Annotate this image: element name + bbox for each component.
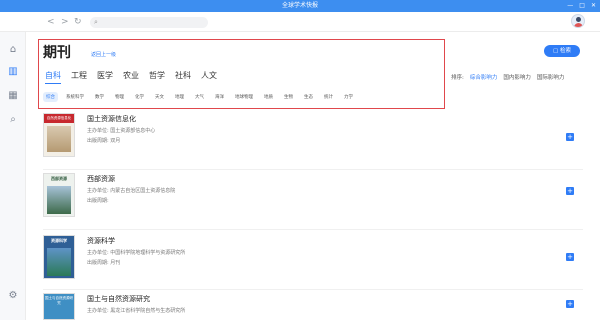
search-button-label: 检索: [559, 48, 571, 54]
tab-category[interactable]: 农业: [123, 70, 139, 81]
subcategory-chips: 综合 系统科学 数学 物理 化学 天文 地理 大气 海洋 地球物理 地质 生物 …: [43, 92, 361, 102]
cover-title: 国土与自然资源研究: [45, 296, 73, 305]
journal-cover[interactable]: 西部资源: [43, 173, 75, 217]
page-title: 期刊: [43, 45, 71, 61]
journal-title[interactable]: 西部资源: [87, 174, 115, 184]
avatar-head-icon: [576, 17, 581, 22]
subcategory-chip[interactable]: 大气: [192, 92, 207, 102]
cover-title: 西部资源: [51, 176, 67, 181]
category-tabs: 自科 工程 医学 农业 哲学 社科 人文: [45, 70, 217, 84]
subcategory-chip[interactable]: 地球物理: [232, 92, 256, 102]
journal-cover[interactable]: 国土与自然资源研究: [43, 293, 75, 320]
add-journal-button[interactable]: +: [566, 133, 574, 141]
subcategory-chip[interactable]: 系统科学: [63, 92, 87, 102]
window-controls: — □ ✕: [567, 0, 596, 12]
subcategory-chip[interactable]: 统计: [321, 92, 336, 102]
sort-option[interactable]: 国际影响力: [537, 73, 565, 81]
journal-sponsor: 主办单位: 内蒙古自治区国土资源信息院: [87, 188, 176, 194]
journal-item[interactable]: 国土与自然资源研究 国土与自然资源研究 主办单位: 黑龙江省科学院自然与生态研究…: [43, 293, 583, 320]
cover-image: [47, 186, 71, 214]
sort-label: 排序:: [451, 75, 464, 81]
subcategory-chip[interactable]: 地质: [261, 92, 276, 102]
back-link[interactable]: 返回上一级: [91, 51, 116, 58]
subcategory-chip[interactable]: 物理: [112, 92, 127, 102]
sort-options: 排序: 综合影响力 国内影响力 国际影响力: [451, 73, 564, 81]
sort-option[interactable]: 综合影响力: [470, 73, 498, 81]
refresh-icon[interactable]: ↻: [74, 16, 82, 28]
subcategory-chip[interactable]: 综合: [43, 92, 58, 102]
journal-item[interactable]: 资源科学 资源科学 主办单位: 中国科学院地理科学与资源研究所 出版周期: 月刊…: [43, 235, 583, 285]
subcategory-chip[interactable]: 生态: [301, 92, 316, 102]
cover-image: [47, 126, 71, 152]
tab-category[interactable]: 自科: [45, 70, 61, 84]
tab-category[interactable]: 工程: [71, 70, 87, 81]
subcategory-chip[interactable]: 地理: [172, 92, 187, 102]
library-icon[interactable]: ▦: [7, 90, 19, 102]
window-title: 全球学术快报: [281, 2, 318, 9]
search-input[interactable]: ⌕: [90, 17, 208, 28]
subcategory-chip[interactable]: 力学: [341, 92, 356, 102]
cover-title: 自然资源信息化: [44, 114, 74, 123]
journal-title[interactable]: 国土与自然资源研究: [87, 294, 150, 304]
user-avatar[interactable]: [571, 14, 585, 28]
journal-item[interactable]: 自然资源信息化 国土资源信息化 主办单位: 国土资源部信息中心 出版周期: 双月…: [43, 113, 583, 163]
search-icon[interactable]: ⌕: [7, 114, 19, 126]
journal-cycle: 出版周期:: [87, 198, 109, 204]
cover-image: [47, 248, 71, 276]
tab-category[interactable]: 人文: [201, 70, 217, 81]
sort-option[interactable]: 国内影响力: [503, 73, 531, 81]
window-titlebar: 全球学术快报 — □ ✕: [0, 0, 600, 12]
tab-category[interactable]: 哲学: [149, 70, 165, 81]
tab-category[interactable]: 医学: [97, 70, 113, 81]
journal-cover[interactable]: 资源科学: [43, 235, 75, 279]
add-journal-button[interactable]: +: [566, 187, 574, 195]
close-button[interactable]: ✕: [591, 0, 596, 12]
journal-cycle: 出版周期: 月刊: [87, 260, 121, 266]
subcategory-chip[interactable]: 海洋: [212, 92, 227, 102]
journal-sponsor: 主办单位: 黑龙江省科学院自然与生态研究所: [87, 308, 186, 314]
sidebar: ⌂ ▥ ▦ ⌕ ⚙: [0, 32, 26, 320]
back-arrow-icon[interactable]: <: [47, 16, 55, 28]
journal-cover[interactable]: 自然资源信息化: [43, 113, 75, 157]
journal-icon[interactable]: ▥: [7, 66, 19, 78]
search-icon: ⌕: [94, 18, 98, 26]
subcategory-chip[interactable]: 生物: [281, 92, 296, 102]
add-journal-button[interactable]: +: [566, 253, 574, 261]
toolbar: < > ↻ ⌕: [0, 12, 600, 32]
subcategory-chip[interactable]: 数学: [92, 92, 107, 102]
main-content: 期刊 返回上一级 自科 工程 医学 农业 哲学 社科 人文 综合 系统科学 数学…: [27, 33, 600, 320]
journal-sponsor: 主办单位: 国土资源部信息中心: [87, 128, 156, 134]
journal-cycle: 出版周期: 双月: [87, 138, 121, 144]
add-journal-button[interactable]: +: [566, 300, 574, 308]
settings-icon[interactable]: ⚙: [7, 290, 19, 302]
journal-item[interactable]: 西部资源 西部资源 主办单位: 内蒙古自治区国土资源信息院 出版周期: +: [43, 173, 583, 223]
maximize-button[interactable]: □: [579, 0, 585, 12]
tab-category[interactable]: 社科: [175, 70, 191, 81]
home-icon[interactable]: ⌂: [7, 44, 19, 56]
divider: [43, 289, 583, 290]
journal-title[interactable]: 资源科学: [87, 236, 115, 246]
subcategory-chip[interactable]: 化学: [132, 92, 147, 102]
search-icon: ▢: [553, 48, 560, 54]
journal-title[interactable]: 国土资源信息化: [87, 114, 136, 124]
forward-arrow-icon[interactable]: >: [61, 16, 69, 28]
divider: [43, 169, 583, 170]
search-button[interactable]: ▢ 检索: [544, 45, 580, 57]
divider: [43, 229, 583, 230]
minimize-button[interactable]: —: [567, 0, 573, 12]
journal-sponsor: 主办单位: 中国科学院地理科学与资源研究所: [87, 250, 186, 256]
subcategory-chip[interactable]: 天文: [152, 92, 167, 102]
cover-title: 资源科学: [51, 238, 67, 243]
journal-header: 期刊 返回上一级 自科 工程 医学 农业 哲学 社科 人文 综合 系统科学 数学…: [38, 39, 445, 109]
